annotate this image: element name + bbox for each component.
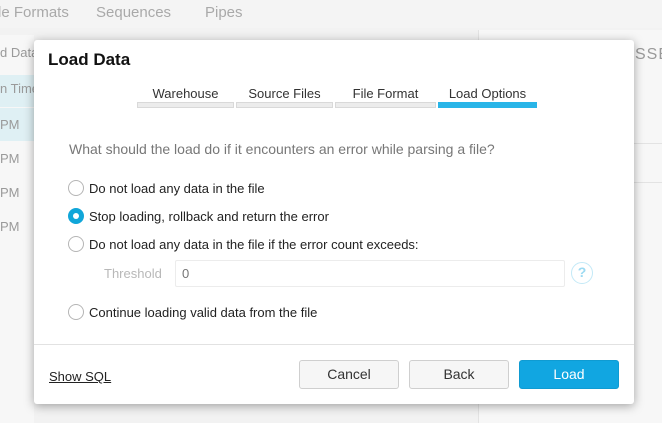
dialog-title: Load Data (48, 50, 131, 69)
step-label: Warehouse (152, 86, 219, 101)
footer-divider (34, 344, 634, 345)
cancel-button[interactable]: Cancel (299, 360, 399, 389)
step-label: Source Files (248, 86, 321, 101)
back-button[interactable]: Back (409, 360, 509, 389)
option-label: Stop loading, rollback and return the er… (89, 208, 329, 224)
radio-button[interactable] (68, 304, 84, 320)
step-progress-bar (438, 102, 537, 108)
step-progress-bar (236, 102, 333, 108)
background-list: d Data n Time PM PM PM PM (0, 35, 34, 423)
background-list-header: d Data (0, 45, 34, 60)
background-list-row: PM (0, 219, 20, 234)
background-tab-bar: le Formats Sequences Pipes (0, 0, 662, 28)
tab-pipes: Pipes (205, 4, 243, 21)
background-detail-title: SSE (635, 46, 662, 63)
threshold-input[interactable] (175, 260, 565, 287)
question-circle-icon[interactable]: ? (571, 262, 593, 284)
step-warehouse[interactable]: Warehouse (137, 86, 234, 108)
threshold-label: Threshold (104, 266, 162, 281)
error-handling-question: What should the load do if it encounters… (69, 141, 495, 157)
option-abort-statement[interactable]: Stop loading, rollback and return the er… (68, 207, 329, 225)
option-continue[interactable]: Continue loading valid data from the fil… (68, 303, 317, 321)
load-button[interactable]: Load (519, 360, 619, 389)
option-label: Do not load any data in the file if the … (89, 236, 419, 252)
option-skip-file-threshold[interactable]: Do not load any data in the file if the … (68, 235, 419, 253)
radio-button[interactable] (68, 236, 84, 252)
step-label: File Format (352, 86, 419, 101)
step-file-format[interactable]: File Format (335, 86, 436, 108)
show-sql-link[interactable]: Show SQL (49, 369, 111, 384)
background-list-row: PM (0, 151, 20, 166)
option-skip-file[interactable]: Do not load any data in the file (68, 179, 265, 197)
step-progress-bar (137, 102, 234, 108)
tab-sequences: Sequences (96, 4, 172, 21)
option-label: Continue loading valid data from the fil… (89, 304, 318, 320)
step-load-options[interactable]: Load Options (438, 86, 537, 108)
background-list-row: PM (0, 185, 20, 200)
option-label: Do not load any data in the file (89, 180, 265, 196)
step-progress-bar (335, 102, 436, 108)
load-data-dialog: Load Data Warehouse Source Files File Fo… (34, 40, 634, 404)
radio-button[interactable] (68, 180, 84, 196)
step-source-files[interactable]: Source Files (236, 86, 333, 108)
tab-file-formats: le Formats (0, 4, 69, 21)
background-list-row: PM (0, 108, 34, 141)
step-label: Load Options (448, 86, 527, 101)
background-column-header: n Time (0, 75, 34, 107)
radio-button-selected[interactable] (68, 208, 84, 224)
